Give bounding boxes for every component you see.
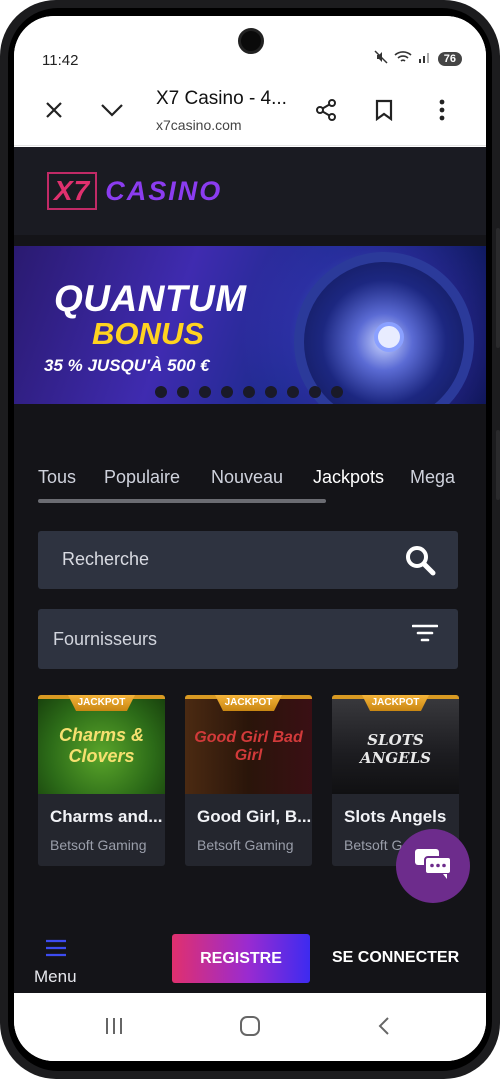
search-input[interactable]: Recherche [38,531,458,589]
banner-title-line1: QUANTUM [54,278,247,319]
screen: 11:42 76 X7 Casino - 4... x7casino.com X… [14,16,486,1061]
game-thumbnail: JACKPOT Charms & Clovers [38,695,165,794]
game-name: Good Girl, B... [197,807,312,826]
system-nav-bar [14,993,486,1061]
back-icon[interactable] [364,1011,404,1041]
carousel-dot[interactable] [177,386,189,398]
mute-icon [374,50,388,67]
banner-title-line2: BONUS [92,316,204,351]
login-button[interactable]: SE CONNECTER [332,949,459,967]
register-button[interactable]: REGISTRE [172,934,310,983]
game-card[interactable]: JACKPOT Charms & Clovers Charms and... B… [38,695,165,866]
jackpot-badge: JACKPOT [362,695,429,711]
game-card[interactable]: JACKPOT Good Girl Bad Girl Good Girl, B.… [185,695,312,866]
logo-casino: CASINO [105,175,223,206]
tab-tous[interactable]: Tous [38,467,76,488]
carousel-dot[interactable] [331,386,343,398]
carousel-dot[interactable] [221,386,233,398]
tab-nouveau[interactable]: Nouveau [211,467,283,488]
x7-casino-logo[interactable]: X7 CASINO [47,171,222,211]
game-thumbnail: JACKPOT Good Girl Bad Girl [185,695,312,794]
chat-icon [413,847,453,886]
jackpot-badge: JACKPOT [215,695,282,711]
page-title: X7 Casino - 4... [156,88,287,109]
status-time: 11:42 [42,52,79,69]
carousel-dot[interactable] [199,386,211,398]
jackpot-badge: JACKPOT [68,695,135,711]
carousel-dot[interactable] [243,386,255,398]
logo-x7: X7 [47,172,98,210]
game-name: Slots Angels [344,807,447,826]
banner-subtitle: 35 % JUSQU'À 500 € [44,356,210,375]
browser-toolbar: X7 Casino - 4... x7casino.com [14,76,486,146]
site-content: X7 CASINO QUANTUM BONUS 35 % JUSQU'À 500… [14,147,486,993]
power-button [496,430,500,500]
carousel-dots [155,386,343,398]
search-icon[interactable] [404,544,436,576]
tab-populaire[interactable]: Populaire [104,467,180,488]
hamburger-icon [45,939,67,957]
game-provider: Betsoft G [344,837,403,853]
wifi-icon [394,50,412,67]
phone-frame: 11:42 76 X7 Casino - 4... x7casino.com X… [0,0,500,1079]
close-icon[interactable] [38,94,70,126]
tab-mega[interactable]: Mega [410,467,455,488]
tabs-scroll-indicator [38,499,326,503]
more-options-icon[interactable] [426,94,458,126]
promo-banner[interactable]: QUANTUM BONUS 35 % JUSQU'À 500 € [14,246,486,404]
signal-icon [418,50,432,67]
game-thumb-title: Good Girl Bad Girl [194,729,303,764]
providers-label: Fournisseurs [53,629,158,649]
search-placeholder: Recherche [62,549,150,569]
site-header: X7 CASINO [14,147,486,235]
phone-bezel: 11:42 76 X7 Casino - 4... x7casino.com X… [8,8,492,1071]
volume-button [496,228,500,348]
page-url[interactable]: x7casino.com [156,117,242,133]
carousel-dot[interactable] [287,386,299,398]
menu-button[interactable]: Menu [34,935,94,991]
game-provider: Betsoft Gaming [197,837,294,853]
providers-dropdown[interactable]: Fournisseurs [38,609,458,669]
carousel-dot[interactable] [309,386,321,398]
chat-button[interactable] [396,829,470,903]
home-icon[interactable] [230,1011,270,1041]
filter-icon[interactable] [411,623,439,645]
game-name: Charms and... [50,807,163,826]
game-thumb-title: SLOTS ANGELS [360,731,431,767]
front-camera [238,28,264,54]
carousel-dot[interactable] [155,386,167,398]
game-provider: Betsoft Gaming [50,837,147,853]
chevron-down-icon[interactable] [96,94,128,126]
battery-indicator: 76 [437,51,462,66]
bookmark-icon[interactable] [368,94,400,126]
status-icons: 76 [374,50,462,67]
game-thumb-title: Charms & Clovers [58,725,145,766]
share-icon[interactable] [310,94,342,126]
recent-apps-icon[interactable] [94,1011,134,1041]
menu-label: Menu [34,967,77,986]
bottom-action-bar: Menu REGISTRE SE CONNECTER [14,925,486,993]
game-thumbnail: JACKPOT SLOTS ANGELS [332,695,459,794]
carousel-dot[interactable] [265,386,277,398]
tab-jackpots[interactable]: Jackpots [313,467,384,488]
roulette-center [374,322,404,352]
